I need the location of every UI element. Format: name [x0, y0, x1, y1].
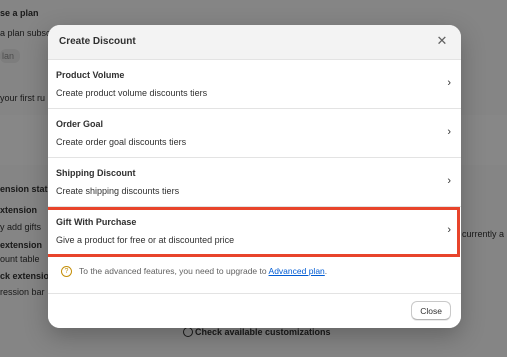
advanced-plan-link[interactable]: Advanced plan: [269, 266, 325, 276]
option-title: Order Goal: [56, 119, 104, 129]
chevron-right-icon: ›: [447, 126, 451, 138]
chevron-right-icon: ›: [447, 224, 451, 236]
upgrade-notice: ? To the advanced features, you need to u…: [61, 266, 328, 278]
option-order-goal[interactable]: Order Goal Create order goal discounts t…: [48, 109, 461, 158]
option-product-volume[interactable]: Product Volume Create product volume dis…: [48, 60, 461, 109]
create-discount-modal: Create Discount ✕ Product Volume Create …: [48, 25, 461, 328]
option-title: Product Volume: [56, 70, 125, 80]
close-icon[interactable]: ✕: [435, 34, 449, 48]
notice-end: .: [324, 266, 328, 276]
notice-text: To the advanced features, you need to up…: [79, 266, 267, 276]
option-description: Create order goal discounts tiers: [56, 137, 187, 147]
option-gift-with-purchase[interactable]: Gift With Purchase Give a product for fr…: [48, 207, 461, 255]
chevron-right-icon: ›: [447, 77, 451, 89]
option-title: Gift With Purchase: [56, 217, 137, 227]
close-button[interactable]: Close: [411, 301, 451, 320]
option-shipping-discount[interactable]: Shipping Discount Create shipping discou…: [48, 158, 461, 207]
modal-header: Create Discount ✕: [48, 25, 461, 60]
option-title: Shipping Discount: [56, 168, 136, 178]
chevron-right-icon: ›: [447, 175, 451, 187]
warning-icon: ?: [61, 266, 72, 278]
modal-title: Create Discount: [59, 36, 136, 47]
modal-footer: Close: [48, 293, 461, 328]
option-description: Create shipping discounts tiers: [56, 186, 180, 196]
option-description: Give a product for free or at discounted…: [56, 235, 235, 245]
option-description: Create product volume discounts tiers: [56, 88, 208, 98]
